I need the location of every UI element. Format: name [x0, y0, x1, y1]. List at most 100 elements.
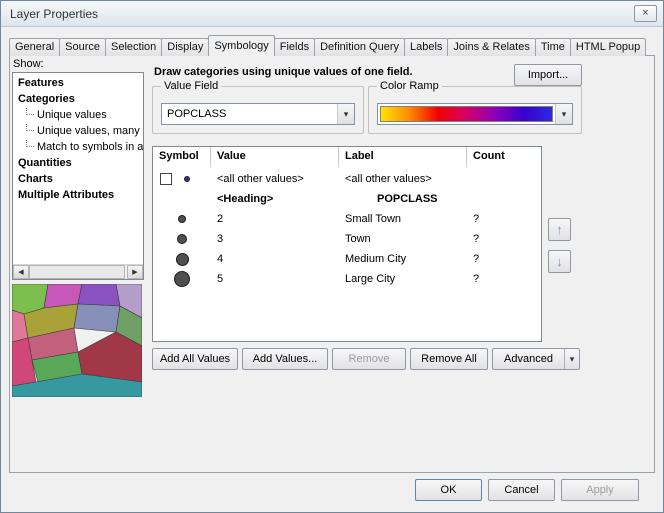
scroll-left-button[interactable]: ◀: [13, 265, 29, 279]
tree-item-unique-values-many[interactable]: Unique values, many: [13, 123, 143, 139]
table-row-small-town[interactable]: 2 Small Town ?: [153, 209, 541, 229]
column-header-count[interactable]: Count: [467, 147, 539, 167]
tree-item-quantities[interactable]: Quantities: [13, 155, 143, 171]
tab-strip: General Source Selection Display Symbolo…: [9, 35, 645, 56]
close-icon: ×: [642, 7, 648, 19]
symbology-page: Show: Features Categories Unique values …: [9, 55, 655, 473]
tab-html-popup[interactable]: HTML Popup: [570, 38, 646, 56]
symbol-cell: [153, 269, 211, 289]
tab-symbology[interactable]: Symbology: [208, 35, 274, 56]
value-cell: 2: [217, 209, 223, 229]
table-row-large-city[interactable]: 5 Large City ?: [153, 269, 541, 289]
value-field-combobox[interactable]: POPCLASS ▾: [161, 103, 355, 125]
remove-all-button[interactable]: Remove All: [410, 348, 488, 370]
cancel-button[interactable]: Cancel: [488, 479, 555, 501]
tab-definition-query[interactable]: Definition Query: [314, 38, 405, 56]
label-cell: Small Town: [345, 209, 401, 229]
value-cell: 4: [217, 249, 223, 269]
layer-preview-map: [12, 284, 142, 397]
draw-categories-heading: Draw categories using unique values of o…: [154, 66, 413, 78]
tab-time[interactable]: Time: [535, 38, 571, 56]
color-ramp-label: Color Ramp: [377, 80, 442, 93]
tree-item-charts[interactable]: Charts: [13, 171, 143, 187]
arrow-down-icon: ↓: [556, 254, 563, 269]
tree-item-label: Unique values, many: [37, 125, 140, 137]
symbol-cell: [153, 209, 211, 229]
us-states-preview-image: [12, 284, 142, 397]
tree-branch-icon: [26, 108, 34, 115]
all-other-values-checkbox[interactable]: [160, 173, 172, 185]
count-cell: ?: [473, 209, 479, 229]
graduated-symbol-icon[interactable]: [177, 234, 187, 244]
label-cell: POPCLASS: [377, 189, 438, 209]
graduated-symbol-icon[interactable]: [176, 253, 189, 266]
arrow-up-icon: ↑: [556, 222, 563, 237]
tree-branch-icon: [26, 124, 34, 131]
value-cell: <all other values>: [217, 169, 304, 189]
scroll-thumb[interactable]: [29, 265, 125, 279]
tree-item-unique-values[interactable]: Unique values: [13, 107, 143, 123]
scroll-right-button[interactable]: ▶: [127, 265, 143, 279]
tree-branch-icon: [26, 140, 34, 147]
point-symbol-icon[interactable]: [184, 176, 190, 182]
value-field-value: POPCLASS: [162, 104, 337, 124]
add-all-values-button[interactable]: Add All Values: [152, 348, 238, 370]
chevron-down-icon: ▾: [337, 104, 354, 124]
tab-general[interactable]: General: [9, 38, 60, 56]
tree-item-multiple-attributes[interactable]: Multiple Attributes: [13, 187, 143, 203]
layer-properties-window: Layer Properties × General Source Select…: [0, 0, 664, 513]
advanced-button[interactable]: Advanced ▾: [492, 348, 580, 370]
color-ramp-gradient: [380, 106, 553, 122]
tab-fields[interactable]: Fields: [274, 38, 315, 56]
tab-joins-relates[interactable]: Joins & Relates: [447, 38, 535, 56]
table-header: SymbolValueLabelCount: [153, 147, 541, 167]
close-button[interactable]: ×: [634, 5, 657, 22]
column-header-symbol[interactable]: Symbol: [153, 147, 211, 167]
tree-horizontal-scrollbar[interactable]: ◀ ▶: [13, 264, 143, 279]
count-cell: ?: [473, 249, 479, 269]
label-cell: Large City: [345, 269, 395, 289]
color-ramp-combobox[interactable]: ▾: [377, 103, 573, 125]
tab-selection[interactable]: Selection: [105, 38, 162, 56]
ok-button[interactable]: OK: [415, 479, 482, 501]
tab-display[interactable]: Display: [161, 38, 209, 56]
chevron-down-icon: ▾: [555, 104, 572, 124]
graduated-symbol-icon[interactable]: [174, 271, 190, 287]
value-field-group: Value Field POPCLASS ▾: [152, 86, 364, 134]
unique-values-table: SymbolValueLabelCount <all other values>…: [152, 146, 542, 342]
show-label: Show:: [13, 58, 44, 70]
apply-button[interactable]: Apply: [561, 479, 639, 501]
symbol-cell: [153, 229, 211, 249]
symbol-cell: [153, 169, 211, 189]
label-cell: Town: [345, 229, 371, 249]
add-values-button[interactable]: Add Values...: [242, 348, 328, 370]
value-field-label: Value Field: [161, 80, 221, 93]
column-header-label[interactable]: Label: [339, 147, 467, 167]
label-cell: Medium City: [345, 249, 406, 269]
table-row-town[interactable]: 3 Town ?: [153, 229, 541, 249]
show-tree: Features Categories Unique values Unique…: [12, 72, 144, 280]
import-button[interactable]: Import...: [514, 64, 582, 86]
window-title: Layer Properties: [10, 7, 98, 21]
move-value-up-button[interactable]: ↑: [548, 218, 571, 241]
graduated-symbol-icon[interactable]: [178, 215, 186, 223]
table-row-heading[interactable]: <Heading> POPCLASS: [153, 189, 541, 209]
table-row-all-other-values[interactable]: <all other values> <all other values>: [153, 169, 541, 189]
value-cell: <Heading>: [217, 189, 273, 209]
move-value-down-button[interactable]: ↓: [548, 250, 571, 273]
tree-item-categories[interactable]: Categories: [13, 91, 143, 107]
tree-item-label: Match to symbols in a: [37, 141, 143, 153]
remove-button[interactable]: Remove: [332, 348, 406, 370]
chevron-down-icon: ▾: [564, 349, 579, 369]
table-row-medium-city[interactable]: 4 Medium City ?: [153, 249, 541, 269]
tree-item-match-to-symbols[interactable]: Match to symbols in a: [13, 139, 143, 155]
advanced-button-inner: Advanced ▾: [493, 349, 579, 369]
dialog-body: General Source Selection Display Symbolo…: [1, 27, 663, 512]
tab-source[interactable]: Source: [59, 38, 106, 56]
column-header-value[interactable]: Value: [211, 147, 339, 167]
tab-labels[interactable]: Labels: [404, 38, 448, 56]
value-cell: 5: [217, 269, 223, 289]
tree-item-features[interactable]: Features: [13, 75, 143, 91]
scroll-right-icon: ▶: [132, 269, 137, 276]
label-cell: <all other values>: [345, 169, 432, 189]
